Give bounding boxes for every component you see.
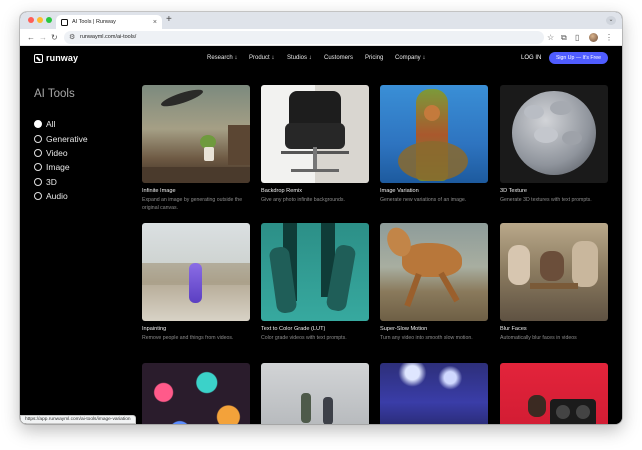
card-description: Generate 3D textures with text prompts. <box>500 197 592 203</box>
card-thumbnail[interactable] <box>500 85 608 183</box>
card-thumbnail[interactable] <box>380 223 488 321</box>
filter-generative[interactable]: Generative <box>34 131 88 145</box>
login-link[interactable]: LOG IN <box>521 55 541 61</box>
logo-text: runway <box>46 53 79 63</box>
side-panel-icon[interactable]: ▯ <box>575 32 579 43</box>
filter-label: All <box>46 119 56 130</box>
minimize-window-button[interactable] <box>37 17 43 23</box>
card-thumbnail[interactable] <box>261 223 369 321</box>
browser-window: AI Tools | Runway × + ⌄ ← → ↻ ⚙ runwayml… <box>20 12 622 424</box>
reload-icon[interactable]: ↻ <box>51 32 58 43</box>
status-bar-url: https://app.runwayml.com/ai-tools/image-… <box>20 415 136 424</box>
browser-toolbar: ← → ↻ ⚙ runwayml.com/ai-tools/ ☆ ⧉ ▯ ⋮ <box>20 29 622 46</box>
tool-card-bokeh[interactable] <box>142 363 250 424</box>
url-text[interactable]: runwayml.com/ai-tools/ <box>80 34 136 40</box>
category-filter-list: All Generative Video Image 3D Audio <box>34 117 88 203</box>
card-description: Remove people and things from videos. <box>142 335 234 341</box>
radio-selected-icon[interactable] <box>34 120 42 129</box>
card-title: Blur Faces <box>500 326 527 332</box>
tab-strip: AI Tools | Runway × + ⌄ <box>20 12 622 29</box>
radio-icon[interactable] <box>34 148 42 157</box>
card-description: Generate new variations of an image. <box>380 197 467 203</box>
nav-pricing[interactable]: Pricing <box>365 55 383 61</box>
close-window-button[interactable] <box>28 17 34 23</box>
nav-company[interactable]: Company ↓ <box>395 55 425 61</box>
card-title: Inpainting <box>142 326 167 332</box>
maximize-window-button[interactable] <box>46 17 52 23</box>
card-thumbnail[interactable] <box>142 85 250 183</box>
browser-menu-icon[interactable]: ⋮ <box>605 32 613 43</box>
card-thumbnail[interactable] <box>142 223 250 321</box>
tool-card-super-slow-motion[interactable]: Super-Slow Motion Turn any video into sm… <box>380 223 492 342</box>
tool-card-boombox[interactable] <box>500 363 608 424</box>
tab-search-button[interactable]: ⌄ <box>606 16 616 25</box>
card-thumbnail[interactable] <box>500 223 608 321</box>
card-thumbnail[interactable] <box>380 363 488 424</box>
filter-all[interactable]: All <box>34 117 88 131</box>
forward-arrow-icon[interactable]: → <box>39 32 47 43</box>
runway-logo-icon <box>34 53 43 63</box>
tool-card-3d-texture[interactable]: 3D Texture Generate 3D textures with tex… <box>500 85 612 204</box>
filter-image[interactable]: Image <box>34 160 88 174</box>
filter-label: 3D <box>46 176 57 187</box>
tool-card-inpainting[interactable]: Inpainting Remove people and things from… <box>142 223 254 342</box>
card-title: Super-Slow Motion <box>380 326 428 332</box>
site-info-icon[interactable]: ⚙ <box>69 32 75 43</box>
radio-icon[interactable] <box>34 192 42 201</box>
tab-close-icon[interactable]: × <box>153 19 157 26</box>
signup-button[interactable]: Sign Up — It's Free <box>549 52 608 64</box>
filter-label: Video <box>46 147 68 158</box>
card-title: Backdrop Remix <box>261 188 303 194</box>
bookmark-star-icon[interactable]: ☆ <box>547 32 554 43</box>
card-description: Automatically blur faces in videos <box>500 335 577 341</box>
runway-logo[interactable]: runway <box>34 53 78 63</box>
tool-card-concert[interactable] <box>380 363 488 424</box>
card-thumbnail[interactable] <box>261 85 369 183</box>
filter-label: Image <box>46 162 70 173</box>
card-title: Infinite Image <box>142 188 176 194</box>
card-description: Color grade videos with text prompts. <box>261 335 347 341</box>
page-title: AI Tools <box>34 88 75 100</box>
nav-studios[interactable]: Studios ↓ <box>287 55 312 61</box>
card-title: Image Variation <box>380 188 419 194</box>
card-title: Text to Color Grade (LUT) <box>261 326 326 332</box>
card-thumbnail[interactable] <box>261 363 369 424</box>
browser-tab-active[interactable]: AI Tools | Runway × <box>56 15 162 29</box>
card-description: Turn any video into smooth slow motion. <box>380 335 473 341</box>
card-thumbnail[interactable] <box>380 85 488 183</box>
filter-label: Generative <box>46 133 88 144</box>
tool-card-backdrop-remix[interactable]: Backdrop Remix Give any photo infinite b… <box>261 85 373 204</box>
radio-icon[interactable] <box>34 177 42 186</box>
tool-card-blur-faces[interactable]: Blur Faces Automatically blur faces in v… <box>500 223 612 342</box>
filter-label: Audio <box>46 191 68 202</box>
filter-video[interactable]: Video <box>34 146 88 160</box>
runway-favicon-icon <box>61 18 68 26</box>
radio-icon[interactable] <box>34 163 42 172</box>
back-arrow-icon[interactable]: ← <box>27 32 35 43</box>
card-thumbnail[interactable] <box>142 363 250 424</box>
card-description: Give any photo infinite backgrounds. <box>261 197 345 203</box>
card-description: Expand an image by generating outside th… <box>142 197 243 212</box>
card-thumbnail[interactable] <box>500 363 608 424</box>
site-navbar: runway Research ↓ Product ↓ Studios ↓ Cu… <box>20 47 622 70</box>
filter-3d[interactable]: 3D <box>34 175 88 189</box>
tool-card-infinite-image[interactable]: Infinite Image Expand an image by genera… <box>142 85 254 212</box>
filter-audio[interactable]: Audio <box>34 189 88 203</box>
extensions-icon[interactable]: ⧉ <box>561 32 567 43</box>
nav-product[interactable]: Product ↓ <box>249 55 274 61</box>
tool-card-text-to-color-grade[interactable]: Text to Color Grade (LUT) Color grade vi… <box>261 223 373 342</box>
profile-avatar[interactable] <box>589 33 598 42</box>
tab-title: AI Tools | Runway <box>72 19 116 25</box>
new-tab-button[interactable]: + <box>166 14 172 26</box>
nav-customers[interactable]: Customers <box>324 55 353 61</box>
page-content: runway Research ↓ Product ↓ Studios ↓ Cu… <box>20 47 622 424</box>
tool-card-street[interactable] <box>261 363 369 424</box>
tool-card-image-variation[interactable]: Image Variation Generate new variations … <box>380 85 492 204</box>
nav-research[interactable]: Research ↓ <box>207 55 237 61</box>
address-bar[interactable]: ⚙ runwayml.com/ai-tools/ <box>64 31 544 44</box>
radio-icon[interactable] <box>34 134 42 143</box>
card-title: 3D Texture <box>500 188 527 194</box>
